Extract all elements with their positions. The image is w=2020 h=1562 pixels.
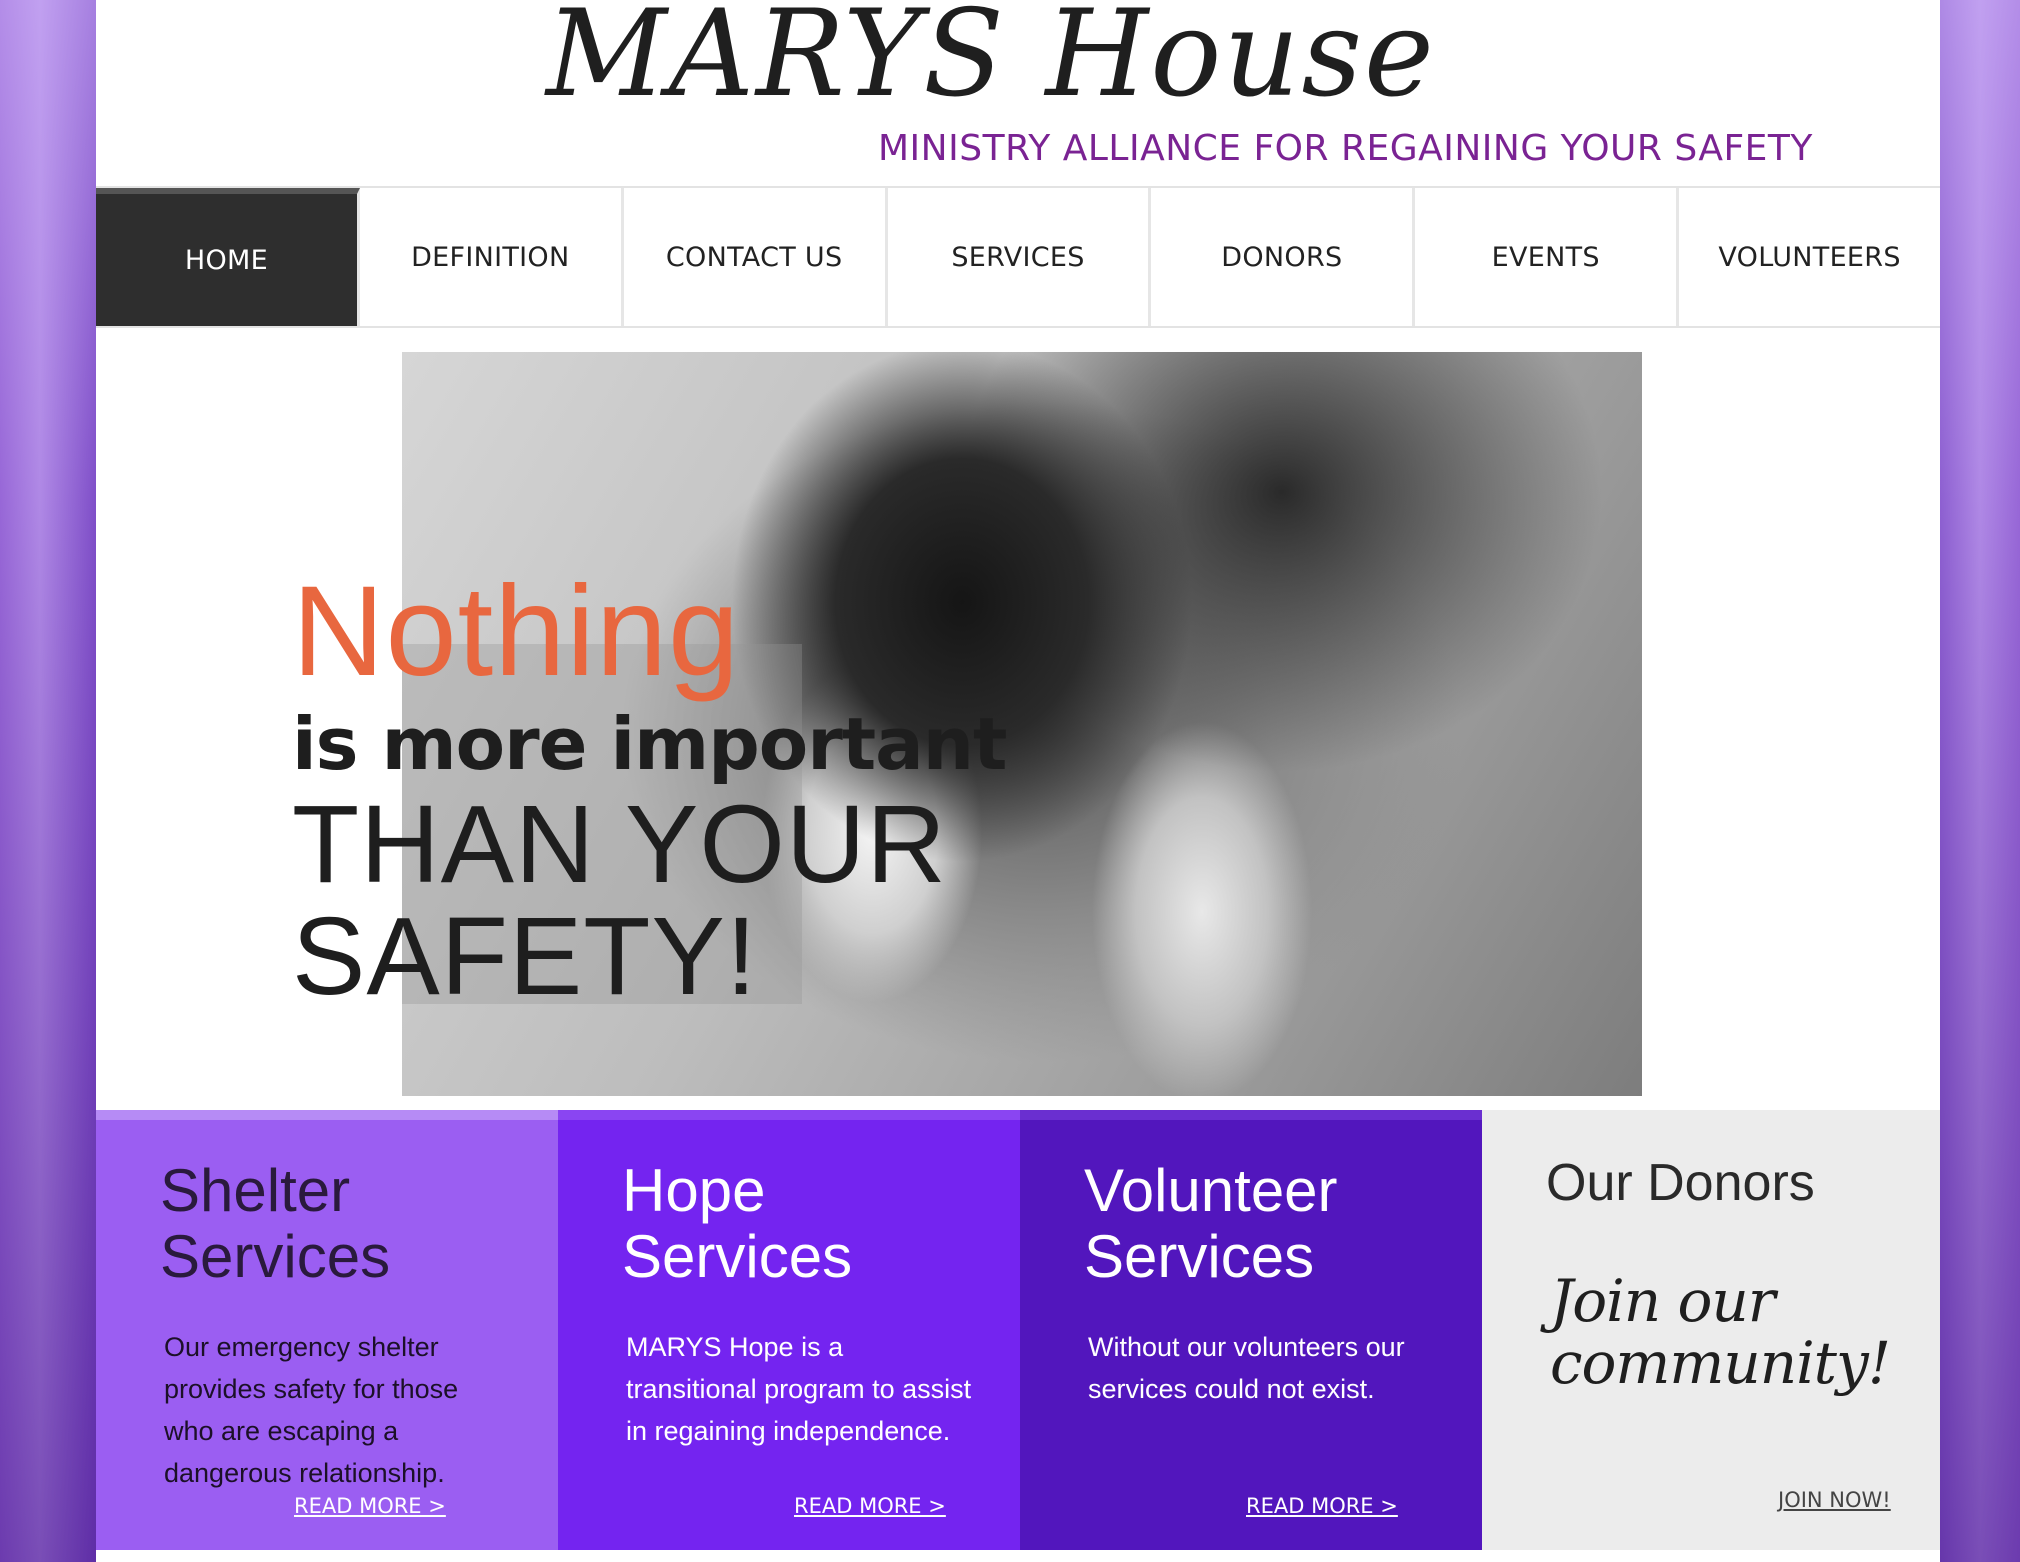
shelter-services-description: Our emergency shelter provides safety fo…: [164, 1332, 459, 1488]
volunteer-read-more-link[interactable]: READ MORE >: [1246, 1494, 1398, 1518]
hero-line-more-important: is more important: [292, 702, 1007, 786]
hero-headline: Nothing is more important THAN YOUR SAFE…: [292, 560, 1007, 1018]
volunteer-services-description: Without our volunteers our services coul…: [1088, 1332, 1405, 1404]
join-community-script: Join our community!: [1550, 1267, 1891, 1397]
shelter-read-more-link[interactable]: READ MORE >: [294, 1494, 446, 1518]
volunteer-services-title: Volunteer Services: [1084, 1157, 1338, 1290]
hope-services-box: Hope Services MARYS Hope is a transition…: [558, 1110, 1020, 1550]
feature-boxes: Shelter Services Our emergency shelter p…: [96, 1110, 1940, 1550]
shelter-services-box: Shelter Services Our emergency shelter p…: [96, 1110, 558, 1550]
nav-item-home[interactable]: HOME: [96, 188, 360, 326]
nav-item-services[interactable]: SERVICES: [888, 188, 1152, 326]
our-donors-box: Our Donors Join our community! JOIN NOW!: [1482, 1110, 1940, 1550]
hope-read-more-link[interactable]: READ MORE >: [794, 1494, 946, 1518]
hero-line-than-your: THAN YOUR: [292, 783, 947, 906]
hero-line-safety: SAFETY!: [292, 895, 758, 1018]
main-nav: HOME DEFINITION CONTACT US SERVICES DONO…: [96, 186, 1940, 328]
page: MARYS House MINISTRY ALLIANCE FOR REGAIN…: [96, 0, 1940, 1562]
nav-item-donors[interactable]: DONORS: [1151, 188, 1416, 326]
volunteer-services-box: Volunteer Services Without our volunteer…: [1020, 1110, 1482, 1550]
our-donors-title: Our Donors: [1546, 1154, 1815, 1212]
nav-item-definition[interactable]: DEFINITION: [360, 188, 624, 326]
hope-services-description: MARYS Hope is a transitional program to …: [626, 1332, 972, 1446]
site-header: MARYS House MINISTRY ALLIANCE FOR REGAIN…: [96, 0, 1940, 186]
site-tagline: MINISTRY ALLIANCE FOR REGAINING YOUR SAF…: [878, 128, 1813, 169]
hero-line-nothing: Nothing: [292, 560, 741, 703]
nav-item-contact-us[interactable]: CONTACT US: [624, 188, 888, 326]
hope-services-title: Hope Services: [622, 1157, 853, 1290]
nav-item-events[interactable]: EVENTS: [1415, 188, 1680, 326]
shelter-services-title: Shelter Services: [160, 1157, 391, 1290]
nav-item-volunteers[interactable]: VOLUNTEERS: [1679, 188, 1940, 326]
join-now-link[interactable]: JOIN NOW!: [1778, 1488, 1891, 1512]
site-logo[interactable]: MARYS House: [546, 0, 1436, 113]
